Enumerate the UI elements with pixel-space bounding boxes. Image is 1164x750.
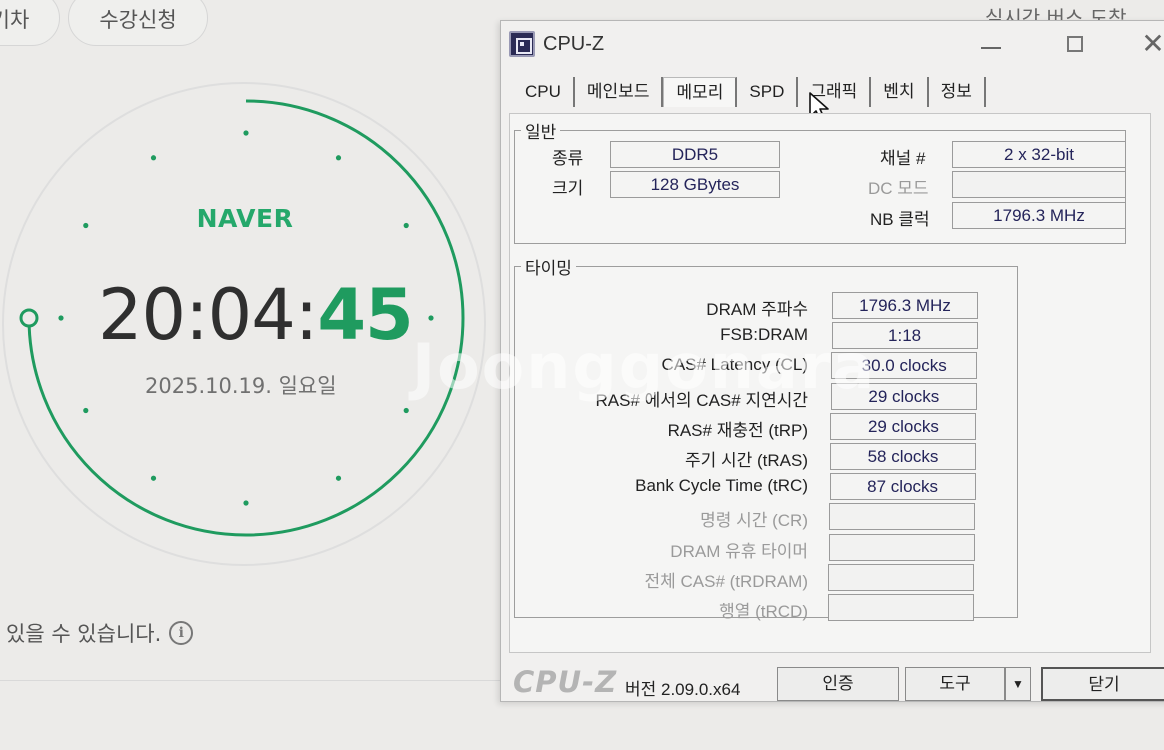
type-value: DDR5 [610,141,780,168]
tab-spd[interactable]: SPD [737,77,799,107]
clock-date: 2025.10.19. 일요일 [145,374,337,398]
timing-label: 명령 시간 (CR) [700,511,808,530]
tools-button[interactable]: 도구 [905,667,1005,701]
cpuz-footer-logo: CPU-Z [513,665,618,699]
channel-label: 채널 # [880,149,926,168]
timing-legend: 타이밍 [525,259,572,278]
clock-tick-dot [83,407,89,414]
nb-clock-label: NB 클럭 [870,210,930,229]
info-icon[interactable]: i [169,621,194,645]
timing-value: 29 clocks [830,383,977,410]
clock-tick-dot [428,315,434,321]
timing-label: Bank Cycle Time (tRC) [635,476,808,495]
version-text: 버전 2.09.0.x64 [625,680,741,699]
clock-tick-dot [243,130,249,136]
clock-time: 20:04:45 [98,274,414,356]
tab-memory[interactable]: 메모리 [663,77,738,107]
window-title: CPU-Z [543,33,605,55]
dc-mode-value [952,171,1126,198]
timing-value: 1:18 [831,322,978,349]
timing-label: FSB:DRAM [720,325,808,344]
minimize-icon [981,47,1001,49]
clock-tick-dot [335,475,342,481]
memory-tab-panel: 일반 종류 DDR5 크기 128 GBytes 채널 # 2 x 32-bit… [509,113,1151,653]
size-value: 128 GBytes [610,171,780,198]
timing-label: DRAM 유휴 타이머 [670,542,808,561]
general-legend: 일반 [525,123,557,142]
timing-label: RAS# 재충전 (tRP) [667,421,808,440]
timing-value: 58 clocks [830,443,976,470]
tab-about[interactable]: 정보 [929,77,986,107]
maximize-button[interactable] [1055,27,1095,61]
tab-mainboard[interactable]: 메인보드 [575,77,664,107]
timing-label: 주기 시간 (tRAS) [684,451,808,470]
clock-tick-dot [243,500,249,506]
cpuz-window: CPU-Z ✕ CPU 메인보드 메모리 SPD 그래픽 벤치 정보 일반 종류… [500,20,1164,702]
close-icon: ✕ [1141,28,1164,59]
clock-tick-dot [150,475,157,481]
title-bar[interactable]: CPU-Z ✕ [501,21,1164,67]
channel-value: 2 x 32-bit [952,141,1126,168]
timing-value [828,564,975,591]
timing-value: 29 clocks [830,413,977,440]
clock-tick-dot [403,407,409,414]
timing-value [828,594,974,621]
clock-tick-dot [403,222,409,229]
clock-tick-dot [335,155,342,161]
maximize-icon [1067,36,1083,52]
chevron-down-icon: ▼ [1012,677,1024,691]
timing-label: CAS# Latency (CL) [661,355,808,374]
close-window-button[interactable]: ✕ [1133,27,1164,61]
timing-label: 행열 (tRCD) [719,602,808,621]
clock-seconds: 45 [317,274,413,356]
tab-bar: CPU 메인보드 메모리 SPD 그래픽 벤치 정보 [513,77,986,109]
timing-label: 전체 CAS# (tRDRAM) [644,572,808,591]
minimize-button[interactable] [971,27,1011,61]
cpuz-app-icon [509,31,535,57]
timing-value: 30.0 clocks [831,352,978,379]
disclaimer-text: 있을 수 있습니다. [6,622,162,646]
timing-value: 87 clocks [829,473,976,500]
nb-clock-value: 1796.3 MHz [952,202,1126,229]
type-label: 종류 [552,149,584,168]
clock-tick-dot [83,222,89,229]
timing-value [829,503,976,530]
close-button[interactable]: 닫기 [1041,667,1164,701]
tab-cpu[interactable]: CPU [513,77,575,107]
timing-label: DRAM 주파수 [706,300,808,319]
naver-logo: NAVER [196,204,294,233]
seconds-progress-knob [19,308,39,328]
timing-value [828,534,975,561]
timing-label: RAS# 에서의 CAS# 지연시간 [595,391,808,410]
timing-value: 1796.3 MHz [832,292,978,319]
tools-dropdown-button[interactable]: ▼ [1005,667,1031,701]
size-label: 크기 [552,179,584,198]
tab-bench[interactable]: 벤치 [871,77,929,107]
dc-mode-label: DC 모드 [868,179,929,198]
clock-hours-minutes: 20:04: [98,274,318,356]
clock-tick-dot [150,155,157,161]
disclaimer-note: 있을 수 있습니다. i [6,618,194,648]
divider [0,680,500,681]
validate-button[interactable]: 인증 [777,667,899,701]
clock-tick-dot [58,315,64,321]
